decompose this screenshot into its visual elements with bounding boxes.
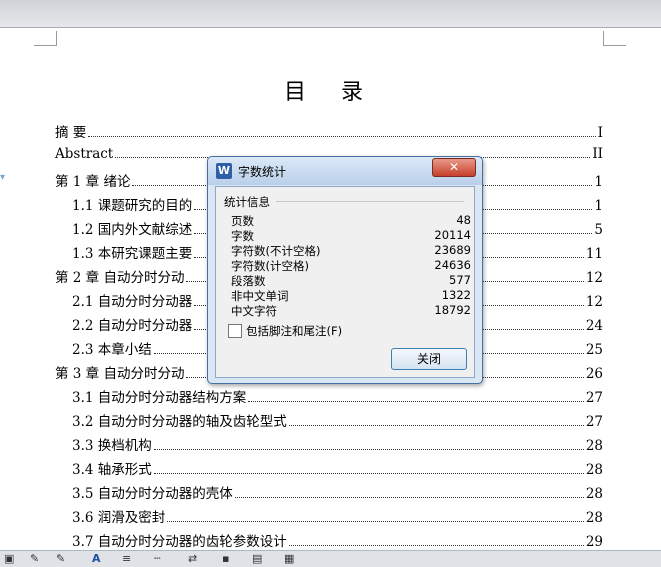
drawing-toolbar: ▣ ✎ ✎ A ≡ ┄ ⇄ ▪ ▤ ▦ xyxy=(0,550,661,567)
stat-value: 23689 xyxy=(434,243,471,257)
dialog-body: 统计信息 页数 48 字数 20114 字符数(不计空格) 23689 字符数(… xyxy=(215,186,475,378)
toc-entry-text: 2.1 自动分时分动器 xyxy=(72,294,193,310)
toc-entry[interactable]: 3.7 自动分时分动器的齿轮参数设计 29 xyxy=(72,530,603,550)
toc-leader xyxy=(288,413,584,426)
shadow-icon[interactable]: ▪ xyxy=(222,552,229,565)
wps-app-icon: W xyxy=(216,163,232,179)
toc-entry-text: 第 3 章 自动分时分动 xyxy=(55,366,185,382)
toc-entry-text: 3.7 自动分时分动器的齿轮参数设计 xyxy=(72,534,287,550)
font-color-icon[interactable]: A xyxy=(92,552,101,565)
toc-leader xyxy=(153,461,584,474)
toc-entry-page: I xyxy=(597,125,603,141)
stat-label: 字符数(计空格) xyxy=(231,259,309,273)
toc-entry-page: 11 xyxy=(585,246,603,262)
toc-entry[interactable]: 3.2 自动分时分动器的轴及齿轮型式 27 xyxy=(72,410,603,430)
toc-entry-text: Abstract xyxy=(55,146,114,162)
toc-entry-page: 27 xyxy=(585,414,603,430)
group-separator xyxy=(276,201,464,202)
toc-entry[interactable]: 摘 要I xyxy=(55,121,603,141)
stat-row: 字数 20114 xyxy=(231,228,471,243)
stat-label: 字数 xyxy=(231,229,254,243)
toc-entry-page: 26 xyxy=(585,366,603,382)
toc-leader xyxy=(248,389,584,402)
toc-entry-page: 28 xyxy=(585,438,603,454)
stat-value: 577 xyxy=(449,273,471,287)
stat-value: 18792 xyxy=(434,303,471,317)
toc-entry-text: 3.1 自动分时分动器结构方案 xyxy=(72,390,247,406)
dialog-titlebar[interactable]: W 字数统计 ✕ xyxy=(208,157,482,185)
toc-entry-page: 12 xyxy=(585,270,603,286)
toc-entry-page: 28 xyxy=(585,510,603,526)
toc-entry-page: 25 xyxy=(585,342,603,358)
toc-entry-text: 3.5 自动分时分动器的壳体 xyxy=(72,486,233,502)
toc-entry-text: 第 2 章 自动分时分动 xyxy=(55,270,185,286)
toc-leader xyxy=(288,533,584,546)
window-top-band xyxy=(0,0,661,28)
toc-entry-text: 摘 要 xyxy=(55,125,87,141)
toc-entry-text: 2.3 本章小结 xyxy=(72,342,152,358)
toc-entry-text: 3.4 轴承形式 xyxy=(72,462,152,478)
word-count-dialog: W 字数统计 ✕ 统计信息 页数 48 字数 20114 字符数(不计空格) 2… xyxy=(207,156,483,384)
include-footnotes-label[interactable]: 包括脚注和尾注(F) xyxy=(246,323,342,339)
stat-row: 页数 48 xyxy=(231,213,471,228)
toc-entry-page: 27 xyxy=(585,390,603,406)
toc-entry-text: 2.2 自动分时分动器 xyxy=(72,318,193,334)
toc-entry-page: 28 xyxy=(585,462,603,478)
dash-style-icon[interactable]: ┄ xyxy=(154,552,161,565)
3d-icon[interactable]: ▤ xyxy=(252,552,262,565)
toc-leader xyxy=(234,485,584,498)
stat-label: 字符数(不计空格) xyxy=(231,244,321,258)
toc-leader xyxy=(167,509,584,522)
toc-entry-page: 12 xyxy=(585,294,603,310)
toc-entry-page: II xyxy=(592,146,603,162)
pen-icon[interactable]: ✎ xyxy=(56,552,65,565)
line-style-icon[interactable]: ≡ xyxy=(122,552,131,565)
stat-row: 非中文单词 1322 xyxy=(231,288,471,303)
toc-entry-text: 1.3 本研究课题主要 xyxy=(72,246,193,262)
stat-value: 1322 xyxy=(441,288,471,302)
toc-entry-page: 29 xyxy=(585,534,603,550)
stat-value: 20114 xyxy=(434,228,471,242)
toc-entry[interactable]: 3.3 换档机构 28 xyxy=(72,434,603,454)
stat-label: 非中文单词 xyxy=(231,289,289,303)
toc-entry-page: 24 xyxy=(585,318,603,334)
toc-entry-page: 1 xyxy=(594,174,603,190)
toc-entry[interactable]: 3.6 润滑及密封 28 xyxy=(72,506,603,526)
stat-label: 中文字符 xyxy=(231,304,277,318)
close-button[interactable]: 关闭 xyxy=(391,348,467,370)
toc-entry-text: 第 1 章 绪论 xyxy=(55,174,131,190)
toc-entry[interactable]: 3.5 自动分时分动器的壳体 28 xyxy=(72,482,603,502)
arrow-style-icon[interactable]: ⇄ xyxy=(188,552,197,565)
pen-icon[interactable]: ✎ xyxy=(30,552,39,565)
toc-entry-text: 3.3 换档机构 xyxy=(72,438,152,454)
toc-entry-text: 1.2 国内外文献综述 xyxy=(72,222,193,238)
toc-entry[interactable]: 3.1 自动分时分动器结构方案 27 xyxy=(72,386,603,406)
stat-row: 段落数 577 xyxy=(231,273,471,288)
include-footnotes-checkbox[interactable] xyxy=(228,324,242,338)
toc-entry-text: 3.6 润滑及密封 xyxy=(72,510,166,526)
toc-entry-page: 5 xyxy=(594,222,603,238)
stat-row: 字符数(计空格) 24636 xyxy=(231,258,471,273)
toc-entry-page: 28 xyxy=(585,486,603,502)
3d-icon[interactable]: ▦ xyxy=(284,552,294,565)
stat-label: 段落数 xyxy=(231,274,266,288)
stat-row: 字符数(不计空格) 23689 xyxy=(231,243,471,258)
stats-group-label: 统计信息 xyxy=(224,195,270,209)
toc-leader xyxy=(153,437,584,450)
toc-entry-page: 1 xyxy=(594,198,603,214)
stat-value: 48 xyxy=(456,213,471,227)
toc-leader xyxy=(88,124,596,137)
toc-entry[interactable]: 3.4 轴承形式 28 xyxy=(72,458,603,478)
stat-label: 页数 xyxy=(231,214,254,228)
paint-bucket-icon[interactable]: ▣ xyxy=(4,552,14,565)
dialog-title: 字数统计 xyxy=(238,165,287,179)
stat-value: 24636 xyxy=(434,258,471,272)
stat-row: 中文字符 18792 xyxy=(231,303,471,318)
toc-entry-text: 1.1 课题研究的目的 xyxy=(72,198,193,214)
toc-entry-text: 3.2 自动分时分动器的轴及齿轮型式 xyxy=(72,414,287,430)
close-icon[interactable]: ✕ xyxy=(432,158,476,177)
